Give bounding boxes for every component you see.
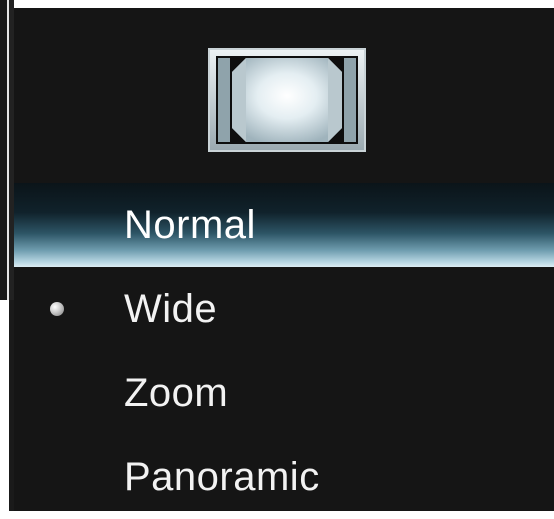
aspect-ratio-screen-icon — [208, 48, 366, 152]
background-window-edge — [0, 0, 14, 511]
menu-item-label: Wide — [124, 286, 218, 331]
menu-item-label: Panoramic — [124, 454, 320, 499]
picture-size-menu: Normal Wide Zoom Panoramic — [14, 8, 554, 511]
screen-frame: Normal Wide Zoom Panoramic — [0, 0, 554, 511]
background-window-edge-lower — [0, 300, 14, 511]
aspect-ratio-screen-icon-graphic — [208, 48, 366, 152]
picture-size-options: Normal Wide Zoom Panoramic — [14, 183, 554, 519]
menu-item-label: Zoom — [124, 370, 229, 415]
menu-item-zoom[interactable]: Zoom — [14, 351, 554, 435]
active-bullet-icon — [50, 302, 64, 316]
menu-item-panoramic[interactable]: Panoramic — [14, 435, 554, 519]
menu-item-label: Normal — [124, 202, 256, 247]
menu-item-wide[interactable]: Wide — [14, 267, 554, 351]
menu-item-normal[interactable]: Normal — [14, 183, 554, 267]
